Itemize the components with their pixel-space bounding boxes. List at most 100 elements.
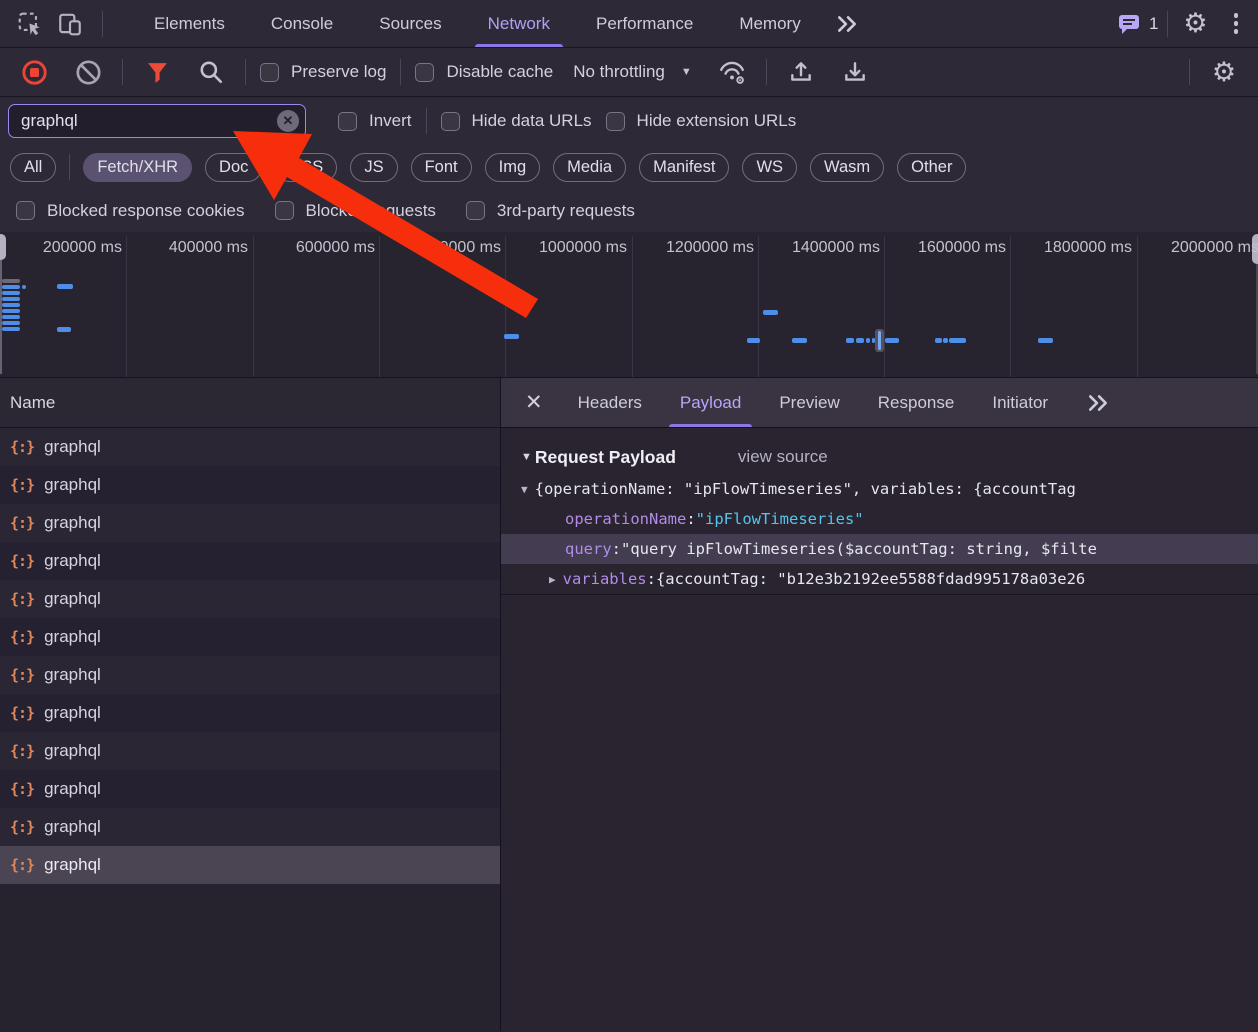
waterfall-bar — [949, 338, 966, 343]
clear-icon[interactable] — [68, 52, 108, 92]
import-har-icon[interactable] — [781, 52, 821, 92]
tab-payload[interactable]: Payload — [661, 378, 760, 427]
checkbox-box[interactable] — [440, 111, 460, 131]
request-name: graphql — [44, 779, 101, 798]
tab-preview[interactable]: Preview — [760, 378, 858, 427]
tab-headers[interactable]: Headers — [559, 378, 661, 427]
device-toolbar-icon[interactable] — [50, 4, 90, 44]
chip-fetch-xhr[interactable]: Fetch/XHR — [83, 152, 193, 182]
more-detail-tabs-icon[interactable] — [1075, 393, 1121, 413]
tab-elements[interactable]: Elements — [131, 0, 248, 47]
table-row-request[interactable]: {:} graphql — [0, 466, 500, 504]
expand-triangle-icon[interactable]: ▶ — [549, 573, 556, 586]
checkbox-box[interactable] — [415, 62, 435, 82]
payload-root-row[interactable]: ▼ {operationName: "ipFlowTimeseries", va… — [501, 474, 1258, 504]
checkbox-box[interactable] — [274, 201, 294, 220]
request-name: graphql — [44, 437, 101, 456]
inspect-element-icon[interactable] — [10, 4, 50, 44]
waterfall-bar — [792, 338, 807, 343]
preserve-log-checkbox[interactable]: Preserve log — [260, 62, 386, 82]
close-icon[interactable]: ✕ — [511, 390, 559, 415]
checkbox-box[interactable] — [605, 111, 625, 131]
3rd-party-requests-checkbox[interactable]: 3rd-party requests — [465, 201, 635, 221]
record-icon[interactable] — [14, 52, 54, 92]
checkbox-box[interactable] — [16, 201, 35, 220]
invert-checkbox[interactable]: Invert — [338, 111, 412, 131]
expand-triangle-icon[interactable]: ▼ — [521, 483, 528, 496]
timeline-tick-label: 600000 ms — [295, 239, 375, 256]
request-name: graphql — [44, 665, 101, 684]
timeline-gridline — [126, 236, 127, 377]
chip-wasm[interactable]: Wasm — [810, 152, 885, 182]
tab-response[interactable]: Response — [859, 378, 974, 427]
network-settings-gear-icon[interactable]: ⚙ — [1204, 52, 1244, 92]
disable-cache-checkbox[interactable]: Disable cache — [415, 62, 553, 82]
network-overview-timeline[interactable]: 200000 ms 400000 ms 600000 ms 800000 ms 1000… — [0, 232, 1258, 378]
timeline-tick-label: 1000000 ms — [538, 239, 627, 256]
payload-row-operationName[interactable]: operationName: "ipFlowTimeseries" — [501, 504, 1258, 534]
chip-css[interactable]: CSS — [275, 152, 338, 182]
chip-font[interactable]: Font — [410, 152, 472, 182]
disable-cache-label: Disable cache — [446, 62, 554, 81]
payload-row-query[interactable]: query: "query ipFlowTimeseries($accountT… — [501, 534, 1258, 564]
kebab-menu-icon[interactable] — [1224, 7, 1249, 40]
blocked-response-cookies-checkbox[interactable]: Blocked response cookies — [16, 201, 245, 221]
tabbar-divider-2 — [1166, 10, 1168, 37]
network-conditions-icon[interactable] — [712, 52, 752, 92]
table-row-request[interactable]: {:} graphql — [0, 808, 500, 846]
hide-data-urls-checkbox[interactable]: Hide data URLs — [440, 111, 592, 131]
filter-input[interactable] — [21, 111, 271, 131]
checkbox-label: Blocked requests — [305, 200, 436, 220]
table-row-request[interactable]: {:} graphql — [0, 732, 500, 770]
filter-input-box[interactable]: ✕ — [8, 104, 306, 138]
toolbar-divider-4 — [765, 59, 767, 85]
chip-img[interactable]: Img — [484, 152, 541, 182]
payload-section-header[interactable]: ▼ Request Payload view source — [501, 440, 1258, 474]
main-tabs: Elements Console Sources Network Performance… — [131, 0, 824, 47]
checkbox-box[interactable] — [338, 111, 357, 131]
settings-gear-icon[interactable]: ⚙ — [1176, 4, 1216, 44]
name-column-header[interactable]: Name — [0, 378, 500, 428]
tab-performance[interactable]: Performance — [573, 0, 716, 47]
chip-js[interactable]: JS — [350, 152, 398, 182]
preserve-log-label: Preserve log — [291, 62, 387, 81]
clear-filter-icon[interactable]: ✕ — [277, 110, 299, 132]
collapse-triangle-icon[interactable]: ▼ — [521, 451, 532, 463]
tabbar-right-controls: 1 ⚙ — [1117, 4, 1248, 44]
tab-network[interactable]: Network — [465, 0, 573, 47]
table-row-request[interactable]: {:} graphql — [0, 770, 500, 808]
chip-manifest[interactable]: Manifest — [639, 152, 730, 182]
request-name: graphql — [44, 855, 101, 874]
issues-message-icon[interactable]: 1 — [1117, 4, 1159, 44]
payload-colon: : — [646, 570, 656, 588]
filter-funnel-icon[interactable] — [137, 52, 177, 92]
tab-memory[interactable]: Memory — [716, 0, 823, 47]
table-row-request[interactable]: {:} graphql — [0, 428, 500, 466]
blocked-requests-checkbox[interactable]: Blocked requests — [274, 200, 436, 221]
checkbox-box[interactable] — [260, 62, 279, 82]
chip-all[interactable]: All — [10, 152, 57, 182]
table-row-request[interactable]: {:} graphql — [0, 542, 500, 580]
chip-media[interactable]: Media — [553, 152, 627, 182]
table-row-request[interactable]: {:} graphql — [0, 656, 500, 694]
tab-console[interactable]: Console — [248, 0, 356, 47]
table-row-request[interactable]: {:} graphql — [0, 694, 500, 732]
throttling-select[interactable]: No throttling ▼ — [567, 62, 698, 82]
table-row-request[interactable]: {:} graphql — [0, 618, 500, 656]
chip-other[interactable]: Other — [897, 152, 967, 182]
export-har-icon[interactable] — [835, 52, 875, 92]
table-row-request[interactable]: {:} graphql — [0, 846, 500, 884]
tab-sources[interactable]: Sources — [356, 0, 464, 47]
search-icon[interactable] — [191, 52, 231, 92]
view-source-link[interactable]: view source — [738, 447, 828, 467]
hide-extension-urls-checkbox[interactable]: Hide extension URLs — [605, 111, 796, 131]
request-name: graphql — [44, 551, 101, 570]
chip-doc[interactable]: Doc — [205, 152, 263, 182]
chip-ws[interactable]: WS — [742, 152, 798, 182]
table-row-request[interactable]: {:} graphql — [0, 580, 500, 618]
checkbox-box[interactable] — [465, 201, 485, 220]
table-row-request[interactable]: {:} graphql — [0, 504, 500, 542]
more-tabs-icon[interactable] — [824, 14, 870, 34]
payload-row-variables[interactable]: ▶ variables: {accountTag: "b12e3b2192ee55… — [501, 564, 1258, 594]
tab-initiator[interactable]: Initiator — [973, 378, 1067, 427]
